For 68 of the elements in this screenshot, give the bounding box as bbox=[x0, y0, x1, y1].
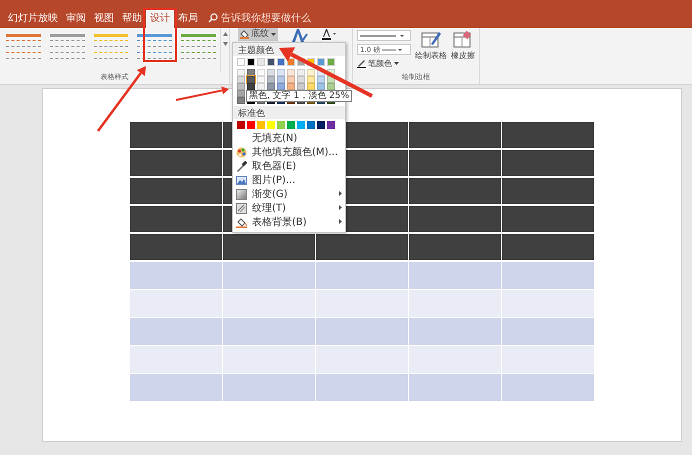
menu-item[interactable]: 纹理(T) bbox=[233, 201, 345, 215]
tooltip: 黑色, 文字 1，淡色 25% bbox=[246, 90, 352, 102]
picture-icon bbox=[236, 174, 247, 186]
color-swatch[interactable] bbox=[247, 121, 255, 129]
color-swatch[interactable] bbox=[257, 121, 265, 129]
line-style-dropdown[interactable] bbox=[357, 30, 411, 41]
eraser-button[interactable]: 橡皮擦 bbox=[451, 30, 475, 72]
down-arrow-icon bbox=[222, 42, 228, 46]
table-style-option[interactable] bbox=[50, 34, 85, 62]
color-swatch[interactable] bbox=[257, 58, 265, 66]
menu-item[interactable]: 表格背景(B) bbox=[233, 215, 345, 229]
ribbon-tab[interactable]: 视图 bbox=[90, 8, 118, 28]
paint-bucket-icon bbox=[236, 216, 247, 228]
submenu-arrow-icon bbox=[339, 191, 342, 196]
color-swatch[interactable] bbox=[237, 121, 245, 129]
texture-icon bbox=[236, 202, 247, 214]
color-swatch[interactable] bbox=[297, 121, 305, 129]
search-icon bbox=[208, 13, 218, 23]
submenu-arrow-icon bbox=[339, 205, 342, 210]
draw-table-button[interactable]: 绘制表格 bbox=[415, 30, 447, 72]
menu-item[interactable]: 无填充(N) bbox=[233, 131, 345, 145]
color-swatch[interactable] bbox=[287, 121, 295, 129]
palette-header: 主题颜色 bbox=[233, 43, 345, 56]
color-swatch[interactable] bbox=[267, 58, 275, 66]
table-style-option[interactable] bbox=[6, 34, 41, 62]
dropdown-caret-icon bbox=[271, 33, 276, 36]
eyedropper-icon bbox=[236, 160, 247, 172]
gradient-icon bbox=[236, 188, 247, 200]
color-swatch[interactable] bbox=[277, 58, 285, 66]
ribbon-tab[interactable]: 幻灯片放映 bbox=[4, 8, 62, 28]
up-arrow-icon bbox=[222, 32, 228, 36]
color-swatch[interactable] bbox=[317, 58, 325, 66]
pointer-arrow bbox=[97, 66, 146, 132]
menu-item[interactable]: 图片(P)... bbox=[233, 173, 345, 187]
color-swatch[interactable] bbox=[277, 121, 285, 129]
menu-item[interactable]: 其他填充颜色(M)... bbox=[233, 145, 345, 159]
ribbon-tab[interactable]: 设计 bbox=[146, 8, 174, 28]
gallery-scrollbar[interactable] bbox=[220, 28, 229, 72]
submenu-arrow-icon bbox=[339, 219, 342, 224]
menu-item[interactable]: 渐变(G) bbox=[233, 187, 345, 201]
color-swatch[interactable] bbox=[327, 58, 335, 66]
font-color-icon bbox=[320, 28, 336, 40]
pointer-arrow bbox=[176, 86, 229, 101]
search-field[interactable]: 告诉我你想要做什么 bbox=[221, 11, 311, 25]
palette-icon bbox=[236, 146, 247, 158]
color-swatch[interactable] bbox=[267, 121, 275, 129]
pen-icon bbox=[357, 59, 366, 68]
color-swatch[interactable] bbox=[237, 58, 245, 66]
ribbon-tab[interactable]: 审阅 bbox=[62, 8, 90, 28]
ribbon-tab[interactable]: 帮助 bbox=[118, 8, 146, 28]
ribbon-tab[interactable]: 布局 bbox=[174, 8, 202, 28]
color-swatch[interactable] bbox=[317, 121, 325, 129]
dropdown-caret-icon bbox=[394, 62, 399, 65]
color-swatch[interactable] bbox=[247, 58, 255, 66]
table-style-option[interactable] bbox=[94, 34, 128, 62]
shading-button[interactable]: 底纹 bbox=[238, 28, 278, 41]
palette-header: 标准色 bbox=[233, 106, 345, 119]
paint-bucket-icon bbox=[240, 30, 249, 39]
table-style-option[interactable] bbox=[181, 34, 216, 62]
line-weight-icon bbox=[382, 48, 402, 52]
pen-color-button[interactable]: 笔颜色 bbox=[357, 58, 411, 69]
line-style-icon bbox=[360, 34, 404, 38]
highlight-frame bbox=[143, 8, 177, 62]
color-swatch[interactable] bbox=[327, 121, 335, 129]
table-style-option[interactable] bbox=[137, 34, 172, 62]
color-swatch[interactable] bbox=[307, 121, 315, 129]
menu-item[interactable]: 取色器(E) bbox=[233, 159, 345, 173]
text-effects-icon bbox=[290, 28, 308, 42]
